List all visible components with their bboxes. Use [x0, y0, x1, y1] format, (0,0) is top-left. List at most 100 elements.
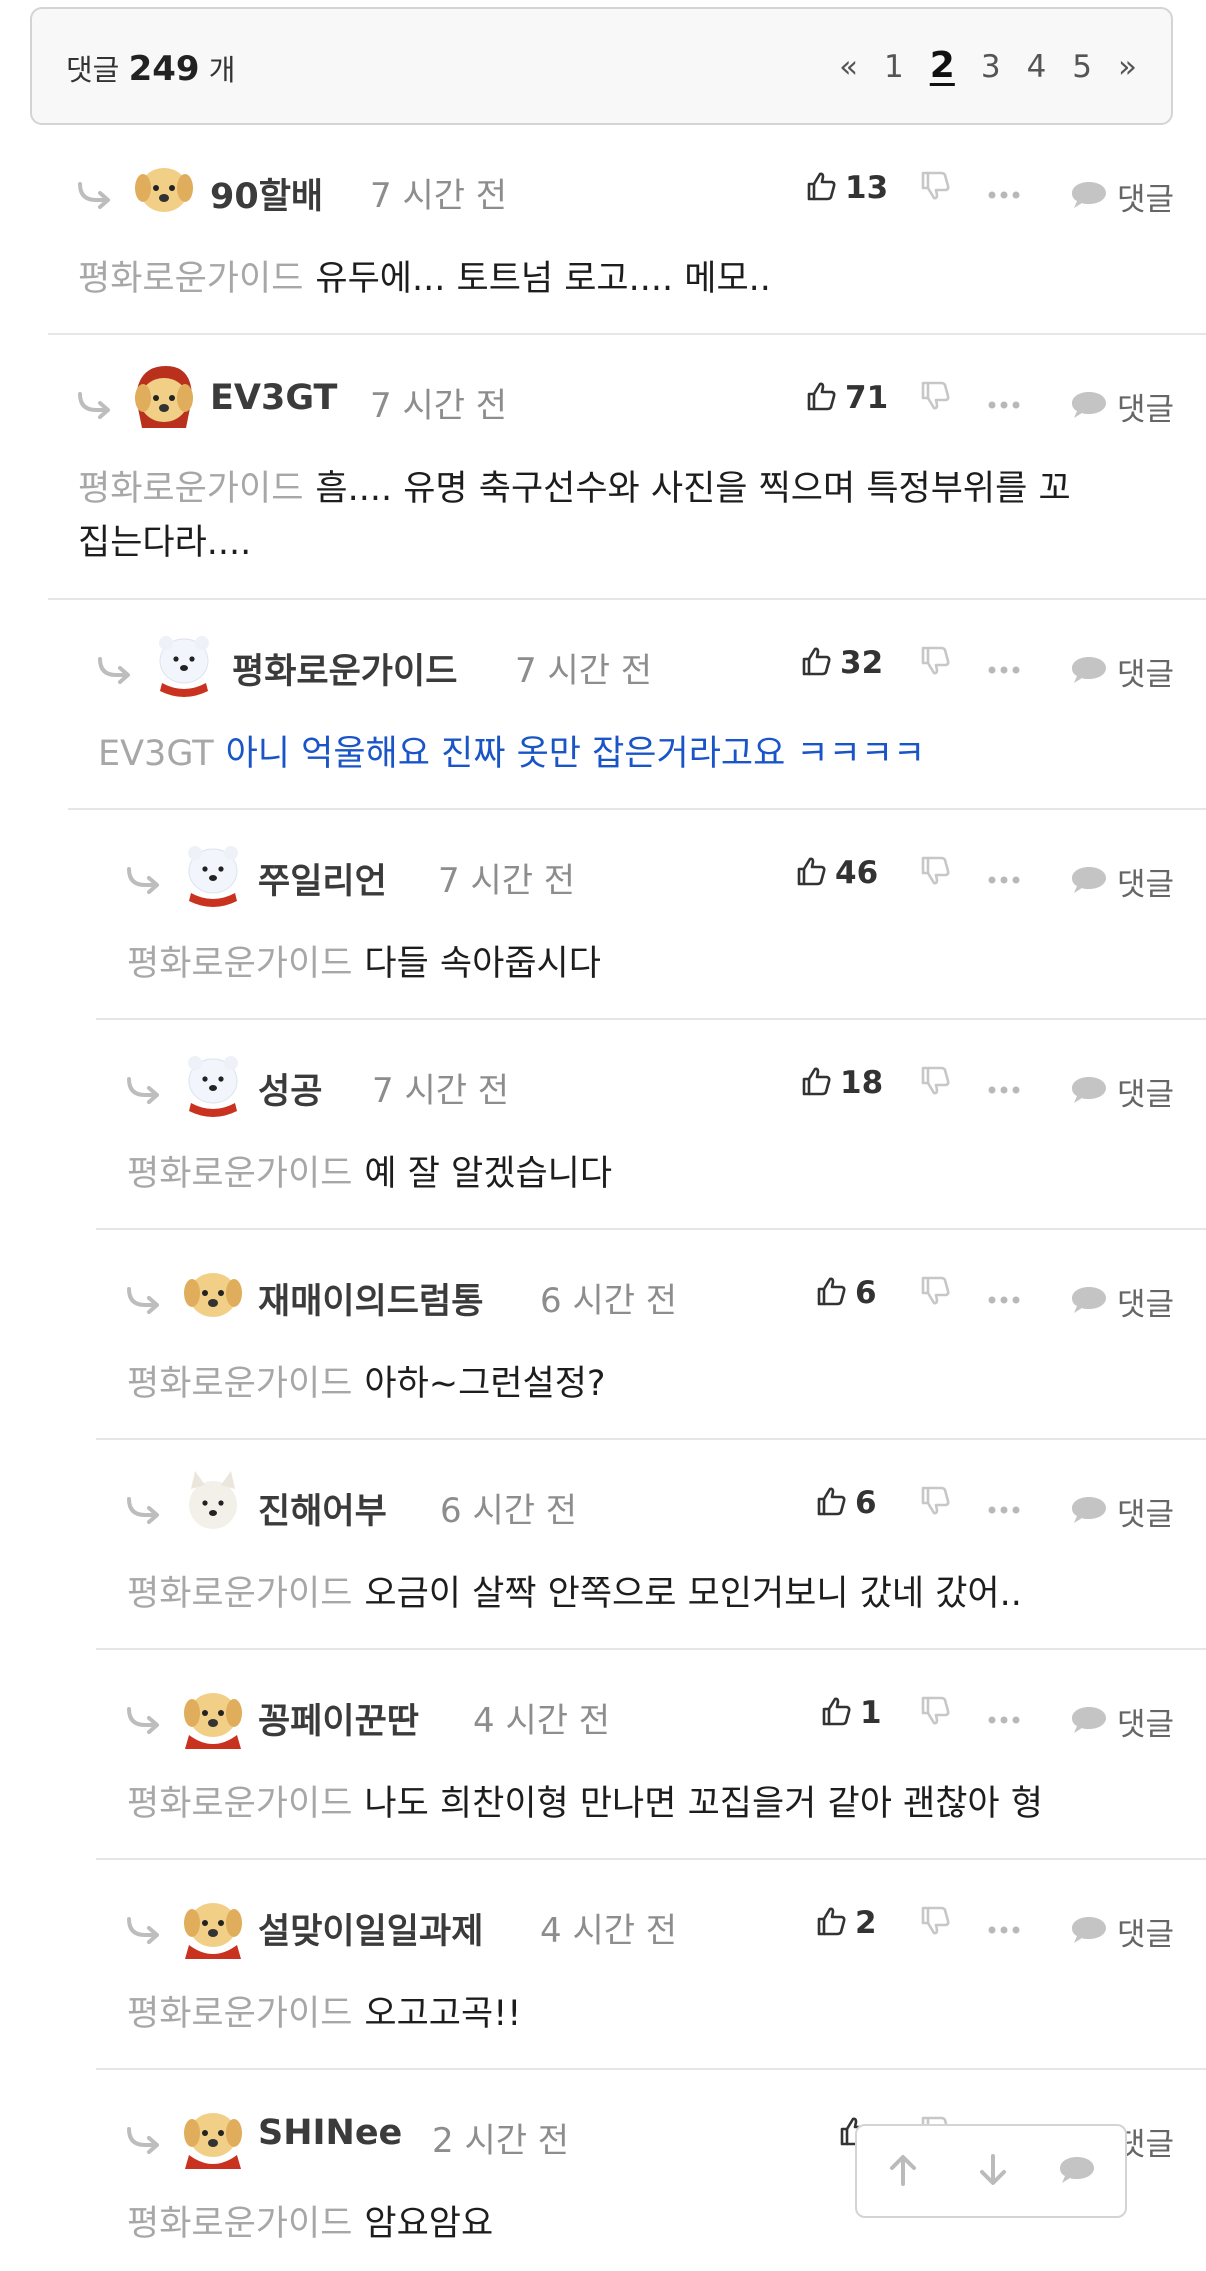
comment-time: 7 시간 전: [372, 1071, 510, 1111]
more-icon[interactable]: [987, 1079, 1021, 1098]
reply-button[interactable]: 댓글: [1069, 1279, 1174, 1324]
comment-mention[interactable]: 평화로운가이드: [127, 1364, 352, 1404]
comment-mention[interactable]: 평화로운가이드: [127, 1784, 352, 1824]
speech-bubble-icon[interactable]: [1057, 2154, 1097, 2190]
reply-button[interactable]: 댓글: [1069, 1909, 1174, 1954]
avatar[interactable]: [175, 833, 251, 909]
like-button[interactable]: 46: [795, 851, 878, 895]
like-button[interactable]: 71: [805, 376, 888, 420]
reply-button[interactable]: 댓글: [1069, 174, 1174, 219]
avatar[interactable]: [175, 1253, 251, 1329]
comment-mention[interactable]: 평화로운가이드: [127, 944, 352, 984]
comment-item: 성공 7 시간 전 18 댓글 평화로운가이드 예 잘 알겠습니다: [96, 1035, 1206, 1230]
avatar[interactable]: [126, 358, 202, 434]
comment-mention[interactable]: 평화로운가이드: [78, 469, 303, 509]
pager-page-1[interactable]: 1: [884, 49, 904, 85]
thumbs-down-icon[interactable]: [919, 1275, 951, 1311]
avatar[interactable]: [126, 148, 202, 224]
comment-author[interactable]: 설맞이일일과제: [258, 1903, 483, 1954]
like-count: 1: [860, 1695, 882, 1731]
comment-text: 오고고곡!!: [364, 1994, 522, 2034]
comment-item: EV3GT 7 시간 전 71 댓글 평화로운가이드 흠.... 유명 축구선수와 사진을…: [48, 350, 1206, 600]
like-button[interactable]: 6: [815, 1481, 877, 1525]
reply-button[interactable]: 댓글: [1069, 1489, 1174, 1534]
pager-last[interactable]: »: [1118, 49, 1137, 85]
comment-item: 재매이의드럼통 6 시간 전 6 댓글 평화로운가이드 아하~그런설정?: [96, 1245, 1206, 1440]
more-icon[interactable]: [987, 1709, 1021, 1728]
thumbs-down-icon[interactable]: [919, 1065, 951, 1101]
reply-arrow-icon: [96, 657, 136, 691]
floating-scroll-bar: [855, 2124, 1127, 2218]
comment-author[interactable]: 성공: [258, 1063, 322, 1114]
comment-meta: 재매이의드럼통 6 시간 전 6 댓글: [96, 1245, 1206, 1345]
reply-button[interactable]: 댓글: [1069, 1069, 1174, 1114]
comment-meta: 쭈일리언 7 시간 전 46 댓글: [96, 825, 1206, 925]
avatar[interactable]: [175, 1673, 251, 1749]
comment-author[interactable]: 쭈일리언: [258, 853, 387, 904]
pager-page-5[interactable]: 5: [1072, 49, 1092, 85]
pager-first[interactable]: «: [839, 49, 858, 85]
like-button[interactable]: 6: [815, 1271, 877, 1315]
more-icon[interactable]: [987, 1499, 1021, 1518]
speech-bubble-icon: [1069, 1494, 1109, 1530]
avatar[interactable]: [175, 1463, 251, 1539]
thumbs-down-icon[interactable]: [919, 170, 951, 206]
comment-author[interactable]: 진해어부: [258, 1483, 387, 1534]
arrow-down-icon[interactable]: [975, 2152, 1011, 2192]
thumbs-down-icon[interactable]: [919, 1695, 951, 1731]
reply-arrow-icon: [76, 392, 116, 426]
like-button[interactable]: 2: [815, 1901, 877, 1945]
comment-mention[interactable]: 평화로운가이드: [127, 2204, 352, 2244]
arrow-up-icon[interactable]: [885, 2152, 921, 2192]
more-icon[interactable]: [987, 184, 1021, 203]
like-button[interactable]: 18: [800, 1061, 883, 1105]
comment-mention[interactable]: EV3GT: [98, 734, 214, 774]
more-icon[interactable]: [987, 1919, 1021, 1938]
comment-author[interactable]: EV3GT: [210, 378, 337, 418]
pager-page-4[interactable]: 4: [1027, 49, 1047, 85]
thumbs-up-icon: [815, 1275, 847, 1311]
comment-meta: 진해어부 6 시간 전 6 댓글: [96, 1455, 1206, 1555]
comment-mention[interactable]: 평화로운가이드: [127, 1154, 352, 1194]
comment-mention[interactable]: 평화로운가이드: [127, 1574, 352, 1614]
avatar[interactable]: [175, 2093, 251, 2169]
thumbs-down-icon[interactable]: [919, 380, 951, 416]
comment-meta: 꽁페이꾼딴 4 시간 전 1 댓글: [96, 1665, 1206, 1765]
avatar[interactable]: [146, 623, 222, 699]
pager-page-3[interactable]: 3: [981, 49, 1001, 85]
comment-mention[interactable]: 평화로운가이드: [127, 1994, 352, 2034]
comment-text: 나도 희찬이형 만나면 꼬집을거 같아 괜찮아 형: [364, 1784, 1043, 1824]
thumbs-down-icon[interactable]: [919, 645, 951, 681]
comment-author[interactable]: 90할배: [210, 168, 323, 219]
reply-button[interactable]: 댓글: [1069, 384, 1174, 429]
thumbs-down-icon[interactable]: [919, 855, 951, 891]
more-icon[interactable]: [987, 659, 1021, 678]
avatar[interactable]: [175, 1883, 251, 1959]
like-button[interactable]: 13: [805, 166, 888, 210]
more-icon[interactable]: [987, 869, 1021, 888]
comment-text: 다들 속아줍시다: [364, 944, 601, 984]
like-button[interactable]: 1: [820, 1691, 882, 1735]
reply-button[interactable]: 댓글: [1069, 859, 1174, 904]
thumbs-up-icon: [800, 1065, 832, 1101]
comment-mention[interactable]: 평화로운가이드: [78, 259, 303, 299]
comment-body: 평화로운가이드 흠.... 유명 축구선수와 사진을 찍으며 특정부위를 꼬 집는다…: [78, 462, 1071, 570]
avatar[interactable]: [175, 1043, 251, 1119]
reply-button[interactable]: 댓글: [1069, 1699, 1174, 1744]
comment-author[interactable]: 재매이의드럼통: [258, 1273, 483, 1324]
like-button[interactable]: 32: [800, 641, 883, 685]
thumbs-down-icon[interactable]: [919, 1485, 951, 1521]
comment-item: 설맞이일일과제 4 시간 전 2 댓글 평화로운가이드 오고고곡!!: [96, 1875, 1206, 2070]
comment-item: 쭈일리언 7 시간 전 46 댓글 평화로운가이드 다들 속아줍시다: [96, 825, 1206, 1020]
thumbs-down-icon[interactable]: [919, 1905, 951, 1941]
comment-author[interactable]: SHINee: [258, 2113, 402, 2153]
more-icon[interactable]: [987, 1289, 1021, 1308]
more-icon[interactable]: [987, 394, 1021, 413]
like-count: 71: [845, 380, 889, 416]
comment-author[interactable]: 평화로운가이드: [232, 643, 457, 694]
comment-author[interactable]: 꽁페이꾼딴: [258, 1693, 419, 1744]
comment-time: 7 시간 전: [370, 176, 508, 216]
reply-button[interactable]: 댓글: [1069, 649, 1174, 694]
speech-bubble-icon: [1069, 654, 1109, 690]
pager-page-2-current[interactable]: 2: [930, 45, 955, 86]
